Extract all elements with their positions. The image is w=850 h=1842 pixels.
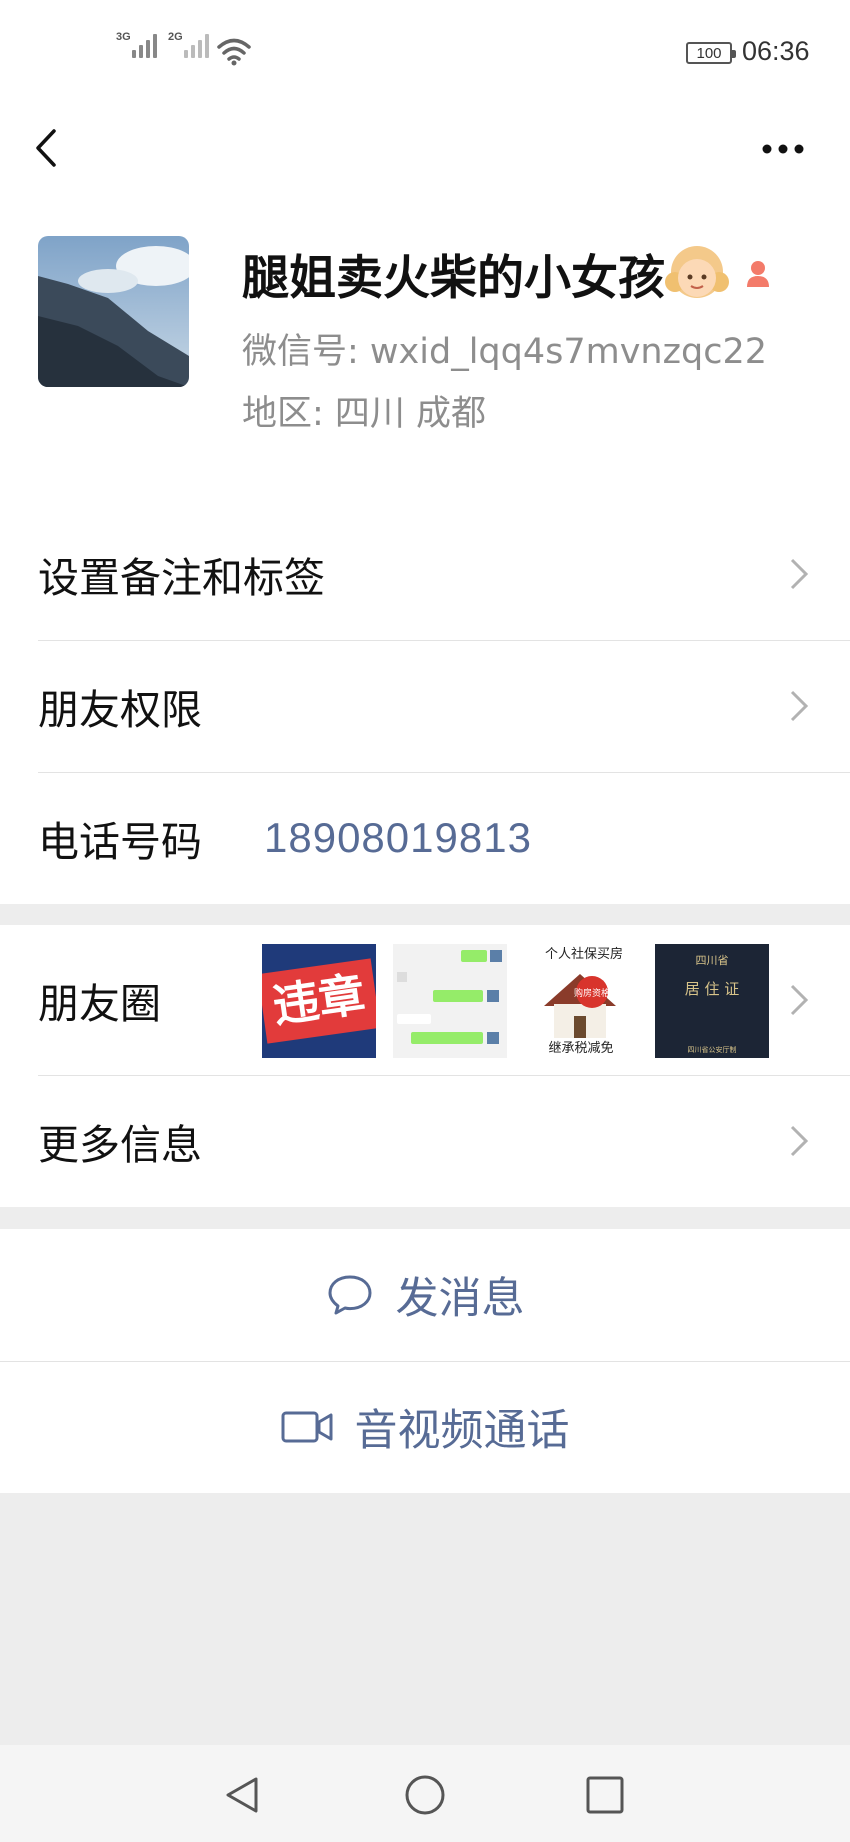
wechat-id: 微信号: wxid_lqq4s7mvnzqc22 (242, 332, 767, 372)
chat-bubble-icon (328, 1275, 371, 1315)
send-message-button[interactable]: 发消息 (0, 1229, 850, 1361)
moments-label: 朋友圈 (38, 980, 161, 1028)
wifi-icon (217, 38, 251, 66)
nav-back-triangle-icon[interactable] (220, 1773, 264, 1817)
remark-tags-label: 设置备注和标签 (38, 554, 325, 602)
nav-recents-square-icon[interactable] (583, 1773, 627, 1817)
more-options-icon[interactable] (758, 129, 808, 169)
system-navigation-bar (0, 1745, 850, 1842)
friend-permissions-label: 朋友权限 (38, 686, 202, 734)
nav-home-circle-icon[interactable] (403, 1773, 447, 1817)
battery-icon: 100 (686, 42, 736, 64)
info-group: 设置备注和标签 朋友权限 电话号码 18908019813 (0, 508, 850, 904)
battery-level: 100 (696, 44, 722, 62)
friend-permissions-row[interactable]: 朋友权限 (0, 640, 850, 772)
clock: 06:36 (742, 36, 810, 66)
moment-thumb-residence-permit: 四川省 居 住 证 四川省公安厅制 (655, 944, 769, 1058)
video-call-button[interactable]: 音视频通话 (0, 1361, 850, 1493)
chevron-right-icon (790, 558, 809, 590)
region: 地区: 四川 成都 (242, 394, 487, 434)
profile-header: 腿姐卖火柴的小女孩 微信号: wxid_lqq4s7mvnzqc22 地区: 四… (0, 225, 850, 508)
send-message-label: 发消息 (395, 1274, 525, 1324)
action-buttons: 发消息 音视频通话 (0, 1229, 850, 1493)
phone-row: 电话号码 18908019813 (0, 772, 850, 904)
moment-thumb-social-line2: 继承税减免 (548, 1041, 613, 1056)
more-info-row[interactable]: 更多信息 (0, 1075, 850, 1207)
nav-bar (0, 105, 850, 225)
moment-thumb-violation: 违章 (262, 944, 376, 1058)
moment-thumb-social-badge: 购房资格 (574, 987, 610, 999)
signal-3g-icon: 3G (116, 31, 157, 58)
signal-3g-label: 3G (116, 31, 131, 43)
moments-thumbnails: 违章 个人社保买房 购房资格 继承税减免 四川省 居 住 证 四川省公安厅制 (262, 944, 769, 1058)
more-info-label: 更多信息 (38, 1121, 202, 1169)
phone-number-link[interactable]: 18908019813 (264, 814, 532, 862)
moment-thumb-social-security: 个人社保买房 购房资格 继承税减免 (524, 944, 638, 1058)
phone-label: 电话号码 (38, 818, 202, 866)
moments-row[interactable]: 朋友圈 违章 个人社保买房 购房资格 继承税减免 四川省 居 住 证 四川省公安… (0, 925, 850, 1075)
contact-name: 腿姐卖火柴的小女孩 (242, 251, 665, 306)
signal-2g-label: 2G (168, 31, 183, 43)
chevron-right-icon (790, 1125, 809, 1157)
chevron-right-icon (790, 690, 809, 722)
signal-2g-icon: 2G (168, 31, 209, 58)
moment-thumb-social-line1: 个人社保买房 (545, 946, 623, 962)
remark-tags-row[interactable]: 设置备注和标签 (0, 508, 850, 640)
video-camera-icon (281, 1411, 332, 1443)
contact-profile-screen: 3G 2G 100 06:36 腿姐卖火柴的小女孩 微信号: wxid_lqq4… (0, 0, 850, 1842)
avatar[interactable] (38, 236, 189, 387)
female-icon (747, 260, 769, 287)
girl-emoji-icon (665, 245, 729, 298)
status-bar: 3G 2G 100 06:36 (0, 0, 850, 105)
chevron-right-icon (790, 984, 809, 1016)
back-arrow-icon[interactable] (28, 123, 68, 173)
moment-thumb-permit-footer: 四川省公安厅制 (688, 1045, 737, 1054)
moment-thumb-permit-title: 居 住 证 (685, 980, 740, 998)
moment-thumb-permit-province: 四川省 (696, 954, 729, 967)
moments-group: 朋友圈 违章 个人社保买房 购房资格 继承税减免 四川省 居 住 证 四川省公安… (0, 925, 850, 1207)
video-call-label: 音视频通话 (354, 1406, 570, 1456)
name-row: 腿姐卖火柴的小女孩 (242, 239, 773, 308)
moment-thumb-chat-screenshot (393, 944, 507, 1058)
